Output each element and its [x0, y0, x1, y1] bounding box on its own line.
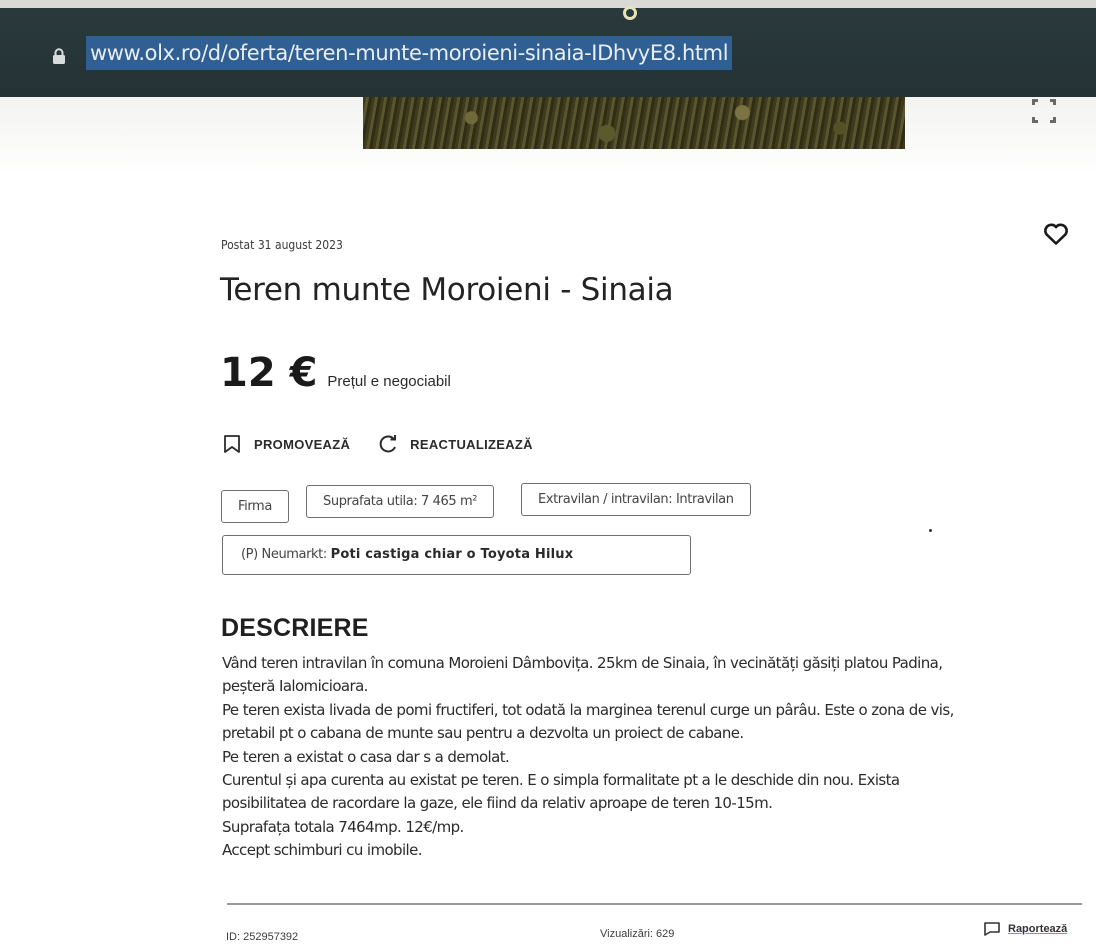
heart-icon[interactable]: [1043, 222, 1069, 246]
address-bar: www.olx.ro/d/oferta/teren-munte-moroieni…: [0, 0, 1096, 97]
lock-icon: [53, 48, 65, 64]
image-gallery: [0, 97, 1096, 175]
gallery-indicator-dot[interactable]: [623, 6, 637, 20]
footer-divider: [227, 903, 1082, 905]
browser-tab-strip: [0, 0, 1096, 8]
description-heading: DESCRIERE: [221, 614, 369, 642]
tag-land-type: Extravilan / intravilan: Intravilan: [521, 483, 751, 516]
page-title: Teren munte Moroieni - Sinaia: [220, 272, 674, 308]
flag-icon: [984, 922, 1000, 936]
url-field[interactable]: www.olx.ro/d/oferta/teren-munte-moroieni…: [86, 36, 733, 70]
promo-banner[interactable]: (P) Neumarkt: Poti castiga chiar o Toyot…: [222, 535, 691, 575]
scan-speck: [929, 529, 932, 532]
listing-actions: PROMOVEAZĂ REACTUALIZEAZĂ: [222, 434, 533, 454]
posted-date: Postat 31 august 2023: [221, 238, 343, 252]
description-line: posibilitatea de racordare la gaze, ele …: [222, 794, 773, 813]
description-line: pretabil pt o cabana de munte sau pentru…: [222, 724, 744, 743]
promote-button[interactable]: PROMOVEAZĂ: [222, 434, 350, 454]
price-value: 12 €: [220, 350, 318, 396]
description-line: Pe teren a existat o casa dar s a demola…: [222, 747, 510, 766]
description-line: Accept schimburi cu imobile.: [222, 841, 423, 860]
description-body: Vând teren intravilan în comuna Moroieni…: [222, 652, 1092, 863]
view-count: Vizualizări: 629: [600, 928, 675, 940]
listing-photo[interactable]: [363, 97, 905, 149]
price-row: 12 € Prețul e negociabil: [220, 350, 451, 396]
promo-prefix: (P) Neumarkt:: [241, 547, 327, 562]
tag-seller-type: Firma: [221, 490, 289, 523]
description-line: Pe teren exista livada de pomi fructifer…: [222, 700, 954, 719]
price-negotiable-note: Prețul e negociabil: [327, 373, 451, 390]
report-label: Raportează: [1008, 923, 1068, 935]
bookmark-icon: [224, 435, 240, 453]
report-link[interactable]: Raportează: [984, 922, 1067, 936]
description-line: Vând teren intravilan în comuna Moroieni…: [222, 654, 943, 672]
fullscreen-icon[interactable]: [1030, 97, 1058, 125]
tag-useful-area: Suprafata utila: 7 465 m²: [306, 485, 495, 518]
description-line: Suprafața totala 7464mp. 12€/mp.: [222, 817, 464, 836]
listing-id: ID: 252957392: [226, 931, 299, 943]
description-line: Curentul și apa curenta au existat pe te…: [222, 771, 900, 790]
promo-text: Poti castiga chiar o Toyota Hilux: [330, 547, 574, 562]
refresh-label: REACTUALIZEAZĂ: [410, 436, 533, 452]
refresh-button[interactable]: REACTUALIZEAZĂ: [378, 434, 533, 454]
description-line: peșteră Ialomicioara.: [222, 677, 368, 696]
refresh-icon: [379, 435, 397, 453]
promote-label: PROMOVEAZĂ: [254, 436, 351, 452]
